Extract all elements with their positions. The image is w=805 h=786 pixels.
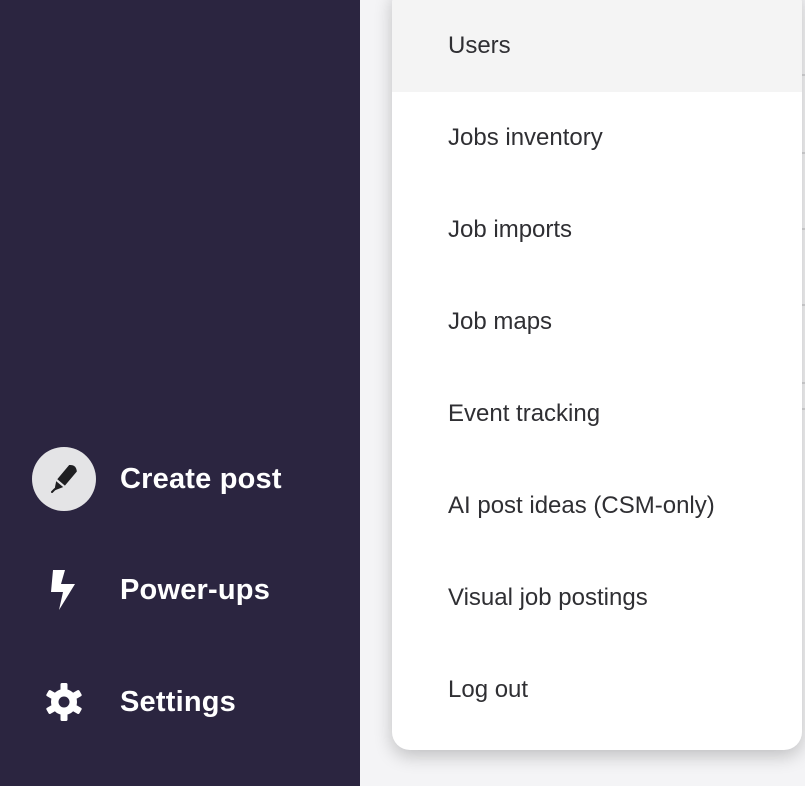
menu-item-visual-job-postings[interactable]: Visual job postings (392, 552, 802, 644)
app-root: Create post Power-ups Settings Users Job… (0, 0, 805, 786)
menu-item-event-tracking[interactable]: Event tracking (392, 368, 802, 460)
sidebar-item-label: Create post (120, 462, 282, 495)
menu-item-job-imports[interactable]: Job imports (392, 184, 802, 276)
menu-item-jobs-inventory[interactable]: Jobs inventory (392, 92, 802, 184)
sidebar-item-label: Settings (120, 685, 236, 718)
pen-icon (32, 447, 96, 511)
menu-item-job-maps[interactable]: Job maps (392, 276, 802, 368)
menu-item-ai-post-ideas[interactable]: AI post ideas (CSM-only) (392, 460, 802, 552)
sidebar-item-power-ups[interactable]: Power-ups (32, 558, 270, 622)
account-dropdown-menu: Users Jobs inventory Job imports Job map… (392, 0, 802, 750)
sidebar-item-create-post[interactable]: Create post (32, 447, 282, 511)
sidebar-item-label: Power-ups (120, 573, 271, 606)
menu-list: Users Jobs inventory Job imports Job map… (392, 0, 802, 736)
sidebar: Create post Power-ups Settings (0, 0, 360, 786)
gear-icon (32, 670, 96, 734)
sidebar-item-settings[interactable]: Settings (32, 670, 236, 734)
menu-item-log-out[interactable]: Log out (392, 644, 802, 736)
menu-item-users[interactable]: Users (392, 0, 802, 92)
lightning-icon (32, 558, 96, 622)
